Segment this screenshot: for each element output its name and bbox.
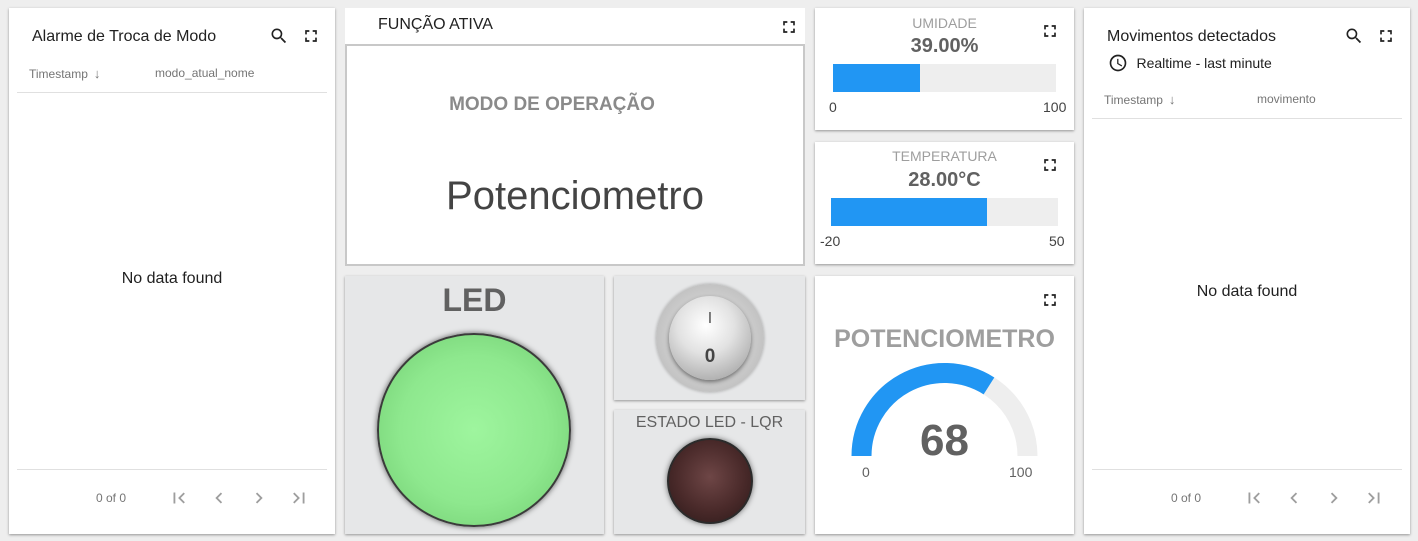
column-header-modo-atual-nome[interactable]: modo_atual_nome [155,66,254,80]
last-page-icon[interactable] [1363,487,1385,509]
search-icon[interactable] [1344,26,1364,46]
table-footer-divider [1092,469,1402,470]
umidade-value: 39.00% [910,35,979,57]
search-icon[interactable] [269,26,289,46]
column-header-label: Timestamp [29,67,88,81]
alarm-widget: Alarme de Troca de Modo Timestamp ↓ modo_… [9,8,335,534]
table-footer-divider [17,469,327,470]
temperatura-progress-track [831,198,1058,226]
first-page-icon[interactable] [1243,487,1265,509]
switch-widget: I 0 [614,276,805,400]
no-data-message: No data found [121,270,223,287]
fullscreen-icon[interactable] [1040,21,1060,41]
switch-on-label: I [707,310,713,327]
rotary-switch[interactable]: I 0 [656,284,764,392]
fullscreen-icon[interactable] [779,17,799,37]
estado-led-indicator [667,438,753,524]
potenciometro-widget: POTENCIOMETRO 68 0 100 [815,276,1074,534]
led-title: LED [442,282,507,318]
movimentos-widget-title: Movimentos detectados [1107,28,1276,45]
no-data-message: No data found [1196,283,1298,300]
umidade-progress-fill [833,64,920,92]
chevron-left-icon[interactable] [1283,487,1305,509]
chevron-right-icon[interactable] [248,487,270,509]
temperatura-max-label: 50 [1049,233,1065,249]
modo-operacao-value: Potenciometro [446,174,704,218]
gauge-value: 68 [920,416,969,465]
clock-icon [1108,53,1128,73]
temperatura-widget: TEMPERATURA 28.00°C -20 50 [815,142,1074,264]
umidade-label: UMIDADE [912,15,977,31]
funcao-ativa-widget: FUNÇÃO ATIVA MODO DE OPERAÇÃO Potenciome… [345,8,805,266]
pager-count: 0 of 0 [1171,491,1202,505]
table-header-divider [17,92,327,93]
temperatura-label: TEMPERATURA [892,148,997,164]
umidade-widget: UMIDADE 39.00% 0 100 [815,8,1074,130]
rotary-switch-knob[interactable]: I 0 [669,296,751,380]
table-header-divider [1092,118,1402,119]
timewindow-label: Realtime - last minute [1136,55,1272,71]
gauge-min-label: 0 [862,464,870,480]
fullscreen-icon[interactable] [1376,26,1396,46]
last-page-icon[interactable] [288,487,310,509]
led-indicator [377,333,571,527]
gauge [851,363,1038,457]
fullscreen-icon[interactable] [1040,155,1060,175]
chevron-left-icon[interactable] [208,487,230,509]
temperatura-progress-fill [831,198,987,226]
column-header-label: Timestamp [1104,93,1163,107]
funcao-ativa-body: MODO DE OPERAÇÃO Potenciometro [345,44,805,266]
funcao-ativa-header: FUNÇÃO ATIVA [345,8,805,44]
switch-off-label: 0 [704,346,716,367]
column-header-timestamp[interactable]: Timestamp ↓ [1104,92,1175,107]
led-widget: LED [345,276,604,534]
estado-led-title: ESTADO LED - LQR [635,414,784,431]
umidade-progress-track [833,64,1056,92]
temperatura-value: 28.00°C [908,169,981,191]
modo-operacao-label: MODO DE OPERAÇÃO [449,94,655,115]
column-header-timestamp[interactable]: Timestamp ↓ [29,66,100,81]
arrow-down-icon: ↓ [93,66,101,81]
alarm-widget-title: Alarme de Troca de Modo [32,28,217,45]
chevron-right-icon[interactable] [1323,487,1345,509]
timewindow-selector[interactable]: Realtime - last minute [1108,53,1272,75]
umidade-min-label: 0 [829,99,837,115]
funcao-ativa-title: FUNÇÃO ATIVA [378,16,493,33]
arrow-down-icon: ↓ [1168,92,1176,107]
fullscreen-icon[interactable] [301,26,321,46]
estado-led-widget: ESTADO LED - LQR [614,410,805,534]
column-header-movimento[interactable]: movimento [1257,92,1316,106]
pager-count: 0 of 0 [96,491,127,505]
movimentos-widget: Movimentos detectados Realtime - last mi… [1084,8,1410,534]
gauge-max-label: 100 [1009,464,1033,480]
first-page-icon[interactable] [168,487,190,509]
umidade-max-label: 100 [1043,99,1067,115]
temperatura-min-label: -20 [820,233,841,249]
